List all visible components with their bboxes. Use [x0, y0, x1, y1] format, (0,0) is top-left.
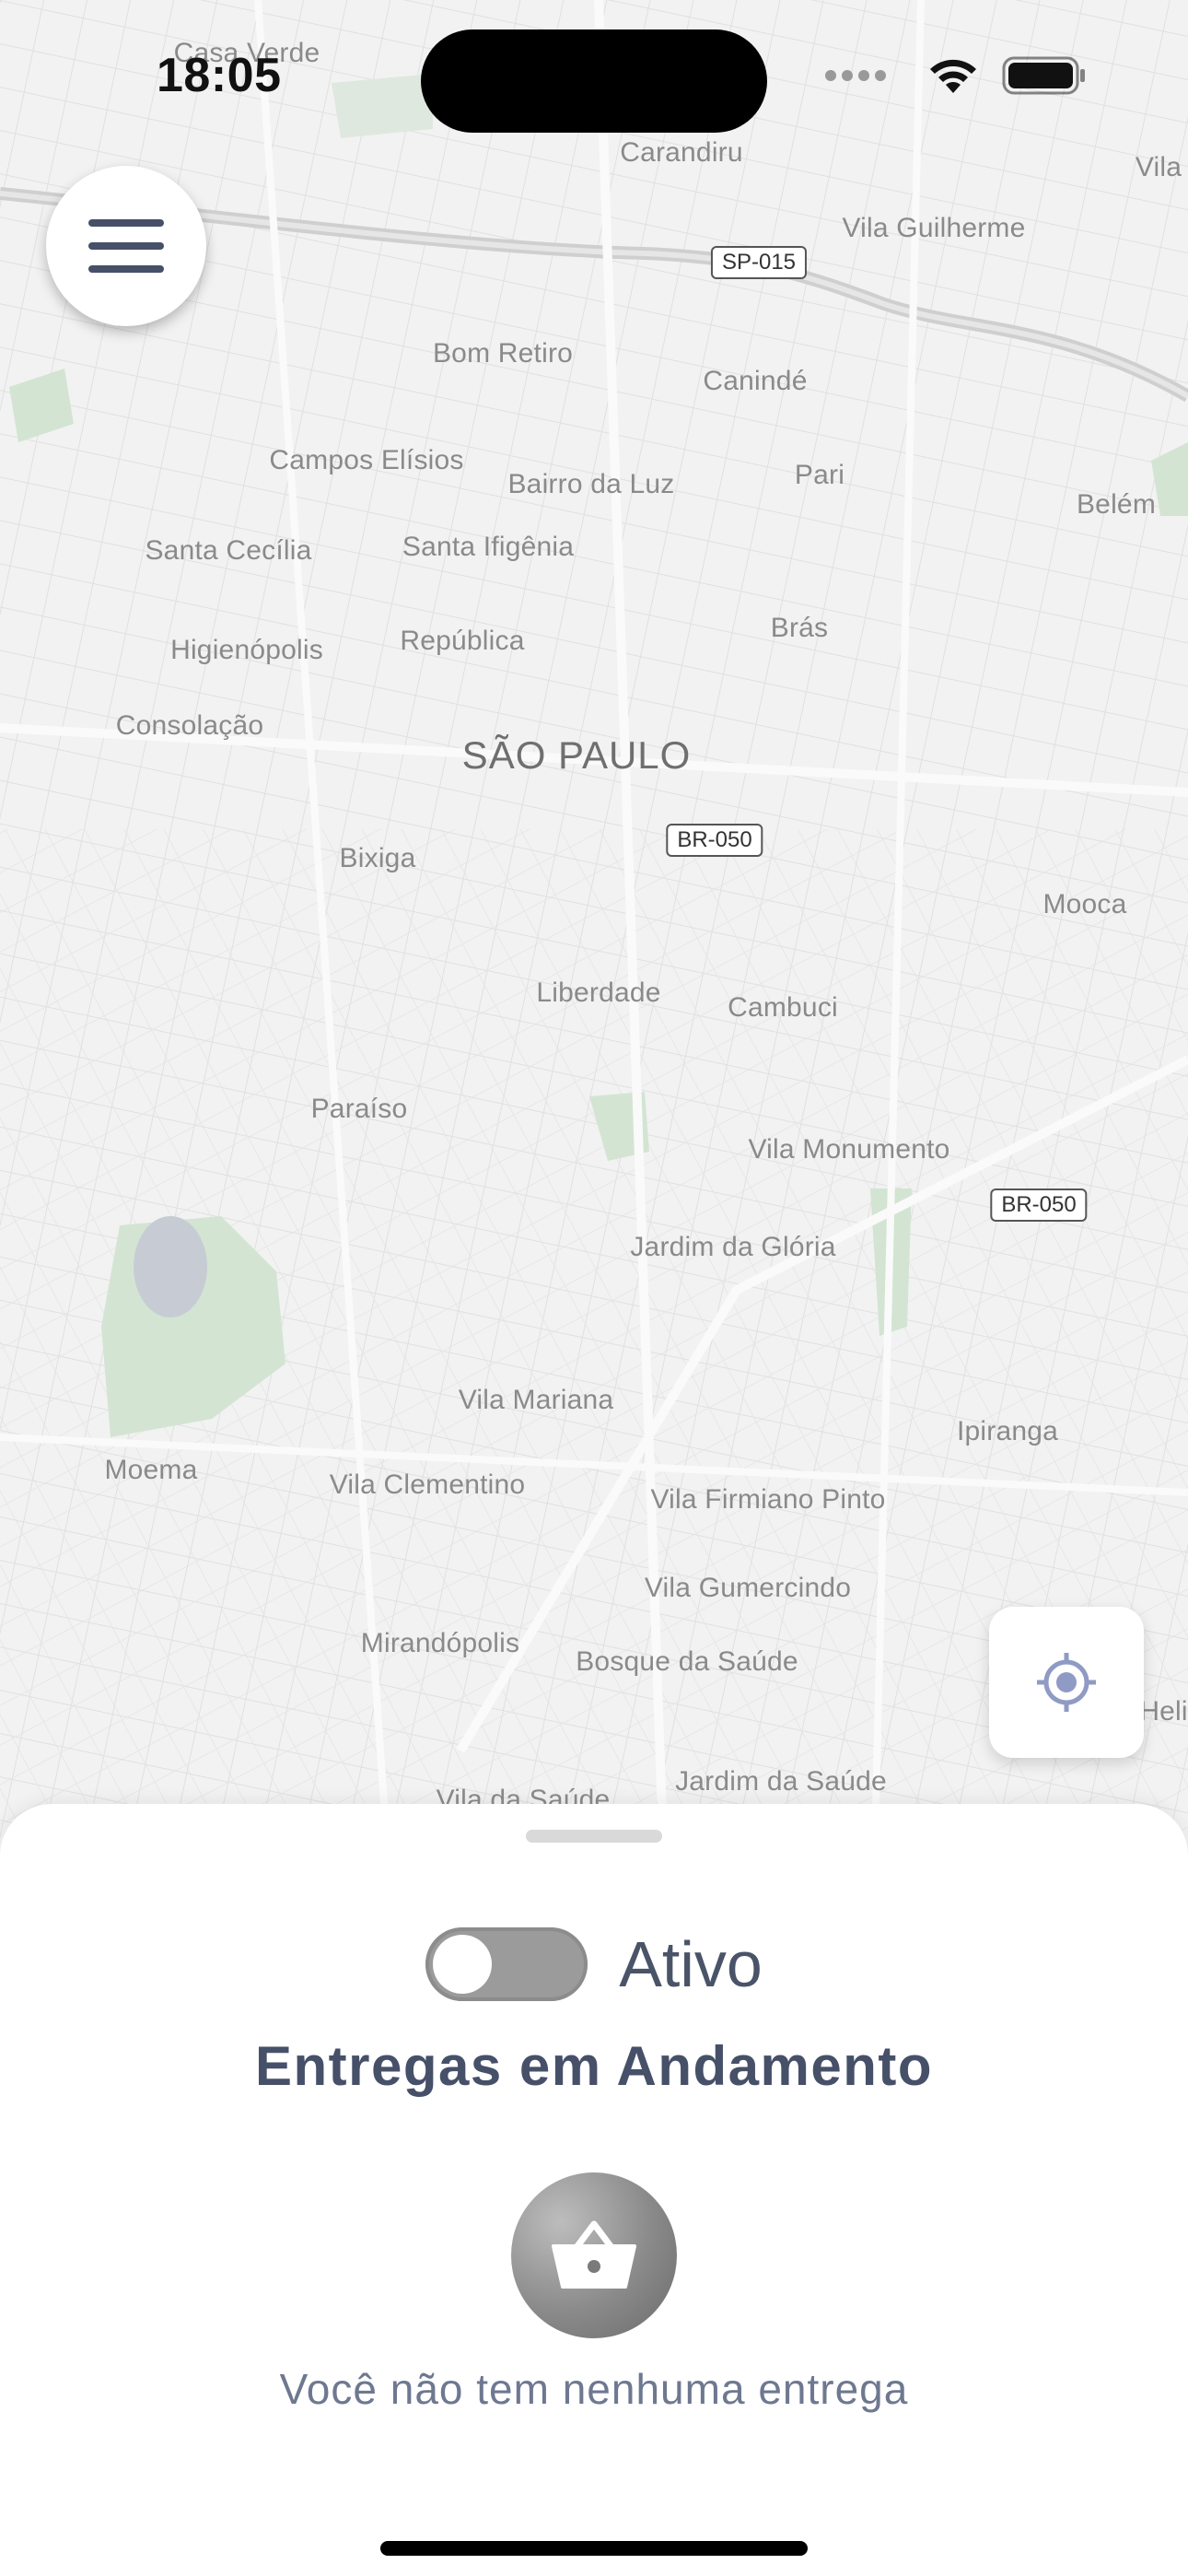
- shopping-basket-icon: [552, 2220, 636, 2289]
- map-label: Liberdade: [536, 978, 661, 1008]
- empty-state-badge: [511, 2172, 677, 2338]
- map-label: Santa Ifigênia: [402, 532, 575, 562]
- menu-button[interactable]: [46, 166, 206, 326]
- map-label: Paraíso: [310, 1094, 408, 1124]
- sheet-title: Entregas em Andamento: [254, 2035, 934, 2097]
- map-label: Vila Mariana: [458, 1385, 614, 1415]
- map-label: República: [400, 626, 525, 656]
- sheet-grabber[interactable]: [526, 1830, 662, 1843]
- map-label: Mirandópolis: [360, 1628, 520, 1658]
- dynamic-island: [421, 29, 767, 133]
- map-label: Vila: [1135, 152, 1182, 182]
- map-label: Ipiranga: [956, 1416, 1059, 1446]
- map-label: Helio: [1139, 1696, 1188, 1727]
- map-label: Higienópolis: [170, 635, 323, 665]
- map-label: Campos Elísios: [269, 445, 464, 475]
- hamburger-menu-icon: [88, 219, 164, 273]
- deliveries-bottom-sheet: Ativo Entregas em Andamento Você não tem…: [0, 1804, 1188, 2576]
- active-toggle[interactable]: [425, 1927, 588, 2001]
- map-label: Vila Firmiano Pinto: [650, 1484, 886, 1515]
- road-shield: BR-050: [666, 824, 763, 857]
- status-time: 18:05: [157, 49, 282, 102]
- map-label: Vila Monumento: [748, 1134, 950, 1165]
- map-label: Bosque da Saúde: [576, 1646, 798, 1677]
- battery-icon: [1002, 56, 1085, 95]
- map-label: Belém: [1076, 489, 1157, 520]
- status-icons: [825, 55, 1087, 96]
- map-label: Pari: [794, 460, 845, 490]
- map-label: Bairro da Luz: [507, 469, 675, 499]
- map-label: Moema: [104, 1455, 198, 1485]
- map-label: Vila Guilherme: [842, 213, 1026, 243]
- toggle-knob: [433, 1935, 493, 1994]
- map-label: Consolação: [115, 710, 264, 741]
- map-label: Canindé: [703, 366, 808, 396]
- screen: Casa Verde Carandiru Vila Vila Guilherme…: [0, 0, 1188, 2576]
- crosshair-location-icon: [1037, 1653, 1096, 1712]
- road-shield: BR-050: [990, 1188, 1088, 1222]
- wifi-icon: [930, 59, 976, 93]
- map-label: Brás: [770, 613, 829, 643]
- map-label: Mooca: [1042, 889, 1127, 919]
- map-label: Santa Cecília: [145, 535, 312, 566]
- active-toggle-row: Ativo: [0, 1927, 1188, 2001]
- map-label: Vila Clementino: [329, 1469, 526, 1500]
- locate-me-button[interactable]: [989, 1607, 1144, 1758]
- map-label: Cambuci: [728, 992, 838, 1023]
- empty-state-text: Você não tem nenhuma entrega: [279, 2365, 909, 2413]
- map-label: Jardim da Saúde: [675, 1766, 887, 1797]
- city-label: SÃO PAULO: [461, 733, 692, 777]
- active-toggle-label: Ativo: [619, 1928, 763, 2000]
- road-shield: SP-015: [710, 246, 808, 279]
- home-indicator: [380, 2541, 808, 2556]
- map-label: Jardim da Glória: [630, 1232, 836, 1262]
- map-label: Bom Retiro: [432, 338, 574, 369]
- map-label: Bixiga: [339, 843, 416, 873]
- map-label: Vila Gumercindo: [644, 1573, 852, 1603]
- map-label: Carandiru: [620, 137, 743, 168]
- cellular-signal-icon: [825, 70, 886, 81]
